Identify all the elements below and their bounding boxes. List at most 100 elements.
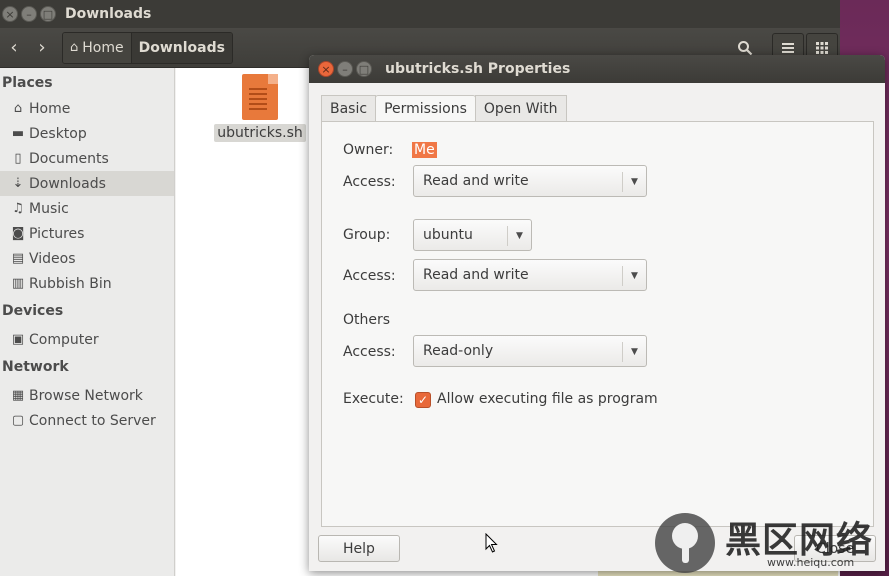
- group-dropdown[interactable]: ubuntu ▼: [413, 219, 532, 251]
- group-access-value: Read and write: [423, 267, 529, 283]
- others-access-label: Access:: [343, 344, 396, 360]
- maximize-icon: □: [358, 62, 370, 76]
- sidebar-item-videos[interactable]: ▤ Videos: [0, 246, 174, 271]
- tab-permissions[interactable]: Permissions: [375, 95, 476, 122]
- sidebar-item-label: Computer: [29, 331, 99, 348]
- chevron-right-icon: ›: [38, 37, 46, 58]
- close-icon: ×: [321, 62, 331, 76]
- minimize-window-button[interactable]: –: [21, 6, 37, 22]
- music-icon: ♫: [12, 201, 24, 216]
- dialog-titlebar: × – □ ubutricks.sh Properties: [309, 55, 885, 83]
- sidebar-item-label: Documents: [29, 150, 109, 167]
- dialog-minimize-button[interactable]: –: [337, 61, 353, 77]
- film-icon: ▤: [11, 251, 25, 266]
- sidebar-item-documents[interactable]: ▯ Documents: [0, 146, 174, 171]
- sidebar-item-downloads[interactable]: ⇣ Downloads: [0, 171, 174, 196]
- permissions-panel: Owner: Me Access: Read and write ▼ Group…: [321, 121, 874, 527]
- chevron-down-icon: ▼: [507, 226, 531, 246]
- file-manager-titlebar: × – □ Downloads: [0, 0, 840, 28]
- sidebar-item-music[interactable]: ♫ Music: [0, 196, 174, 221]
- tab-bar: Basic Permissions Open With: [321, 95, 567, 122]
- sidebar-heading-devices: Devices: [2, 303, 64, 319]
- back-button[interactable]: ‹: [0, 33, 28, 63]
- tab-open-with[interactable]: Open With: [474, 95, 567, 121]
- chevron-left-icon: ‹: [10, 37, 18, 58]
- close-window-button[interactable]: ×: [2, 6, 18, 22]
- execute-checkbox-label[interactable]: Allow executing file as program: [437, 391, 658, 407]
- execute-label: Execute:: [343, 391, 404, 407]
- others-access-dropdown[interactable]: Read-only ▼: [413, 335, 647, 367]
- others-access-value: Read-only: [423, 343, 494, 359]
- chevron-down-icon: ▼: [622, 342, 646, 362]
- camera-icon: ◙: [11, 226, 25, 241]
- sidebar-heading-places: Places: [2, 75, 53, 91]
- download-icon: ⇣: [12, 176, 24, 191]
- grid-view-icon: [816, 42, 828, 54]
- owner-access-label: Access:: [343, 174, 396, 190]
- file-item[interactable]: ubutricks.sh: [214, 74, 306, 142]
- properties-dialog: × – □ ubutricks.sh Properties Basic Perm…: [309, 55, 885, 571]
- shell-script-icon: [242, 74, 278, 120]
- sidebar-item-label: Pictures: [29, 225, 85, 242]
- forward-button[interactable]: ›: [28, 33, 56, 63]
- owner-access-value: Read and write: [423, 173, 529, 189]
- sidebar-item-label: Desktop: [29, 125, 87, 142]
- minimize-icon: –: [342, 62, 348, 76]
- sidebar-item-home[interactable]: ⌂ Home: [0, 96, 174, 121]
- places-sidebar: Places ⌂ Home ▬ Desktop ▯ Documents ⇣ Downlo…: [0, 68, 175, 576]
- sidebar-item-rubbish-bin[interactable]: ▥ Rubbish Bin: [0, 271, 174, 296]
- breadcrumb: ⌂ Home Downloads: [62, 31, 233, 64]
- chevron-down-icon: ▼: [622, 172, 646, 192]
- sidebar-item-label: Downloads: [29, 175, 106, 192]
- group-access-dropdown[interactable]: Read and write ▼: [413, 259, 647, 291]
- group-access-label: Access:: [343, 268, 396, 284]
- mouse-cursor-icon: [485, 533, 498, 553]
- window-title: Downloads: [65, 6, 152, 22]
- owner-value: Me: [412, 142, 437, 158]
- tab-basic[interactable]: Basic: [321, 95, 377, 121]
- breadcrumb-home[interactable]: ⌂ Home: [63, 32, 131, 63]
- checkmark-icon: ✓: [417, 393, 429, 407]
- watermark: 黑区网络 www.heiqu.com: [655, 510, 885, 576]
- sidebar-item-browse-network[interactable]: ▦ Browse Network: [0, 383, 174, 408]
- sidebar-item-label: Music: [29, 200, 69, 217]
- network-icon: ▦: [11, 388, 25, 403]
- watermark-url: www.heiqu.com: [767, 556, 855, 569]
- owner-access-dropdown[interactable]: Read and write ▼: [413, 165, 647, 197]
- dialog-title: ubutricks.sh Properties: [385, 61, 571, 77]
- dialog-close-button[interactable]: ×: [318, 61, 334, 77]
- sidebar-item-label: Connect to Server: [29, 412, 156, 429]
- search-icon: [738, 41, 753, 56]
- group-label: Group:: [343, 227, 391, 243]
- sidebar-item-label: Videos: [29, 250, 76, 267]
- watermark-logo: [655, 513, 715, 573]
- breadcrumb-label: Home: [82, 39, 124, 56]
- sidebar-heading-network: Network: [2, 359, 69, 375]
- drive-icon: ▣: [11, 332, 25, 347]
- trash-icon: ▥: [11, 276, 25, 291]
- folder-icon: ▬: [11, 126, 25, 141]
- sidebar-item-desktop[interactable]: ▬ Desktop: [0, 121, 174, 146]
- maximize-window-button[interactable]: □: [40, 6, 56, 22]
- home-icon: ⌂: [13, 101, 23, 116]
- others-label: Others: [343, 312, 391, 328]
- sidebar-item-label: Rubbish Bin: [29, 275, 112, 292]
- breadcrumb-downloads[interactable]: Downloads: [130, 32, 232, 63]
- sidebar-item-label: Browse Network: [29, 387, 143, 404]
- breadcrumb-label: Downloads: [138, 39, 225, 56]
- home-icon: ⌂: [70, 40, 79, 55]
- chevron-down-icon: ▼: [622, 266, 646, 286]
- help-button[interactable]: Help: [318, 535, 400, 562]
- document-icon: ▯: [14, 151, 22, 166]
- sidebar-item-computer[interactable]: ▣ Computer: [0, 327, 174, 352]
- sidebar-item-pictures[interactable]: ◙ Pictures: [0, 221, 174, 246]
- list-view-icon: [782, 43, 794, 53]
- sidebar-item-label: Home: [29, 100, 71, 117]
- sidebar-item-connect-to-server[interactable]: ▢ Connect to Server: [0, 408, 174, 433]
- group-value: ubuntu: [423, 227, 473, 243]
- server-icon: ▢: [11, 413, 25, 428]
- execute-checkbox[interactable]: ✓: [415, 392, 431, 408]
- file-name: ubutricks.sh: [214, 124, 306, 142]
- owner-label: Owner:: [343, 142, 394, 158]
- dialog-maximize-button[interactable]: □: [356, 61, 372, 77]
